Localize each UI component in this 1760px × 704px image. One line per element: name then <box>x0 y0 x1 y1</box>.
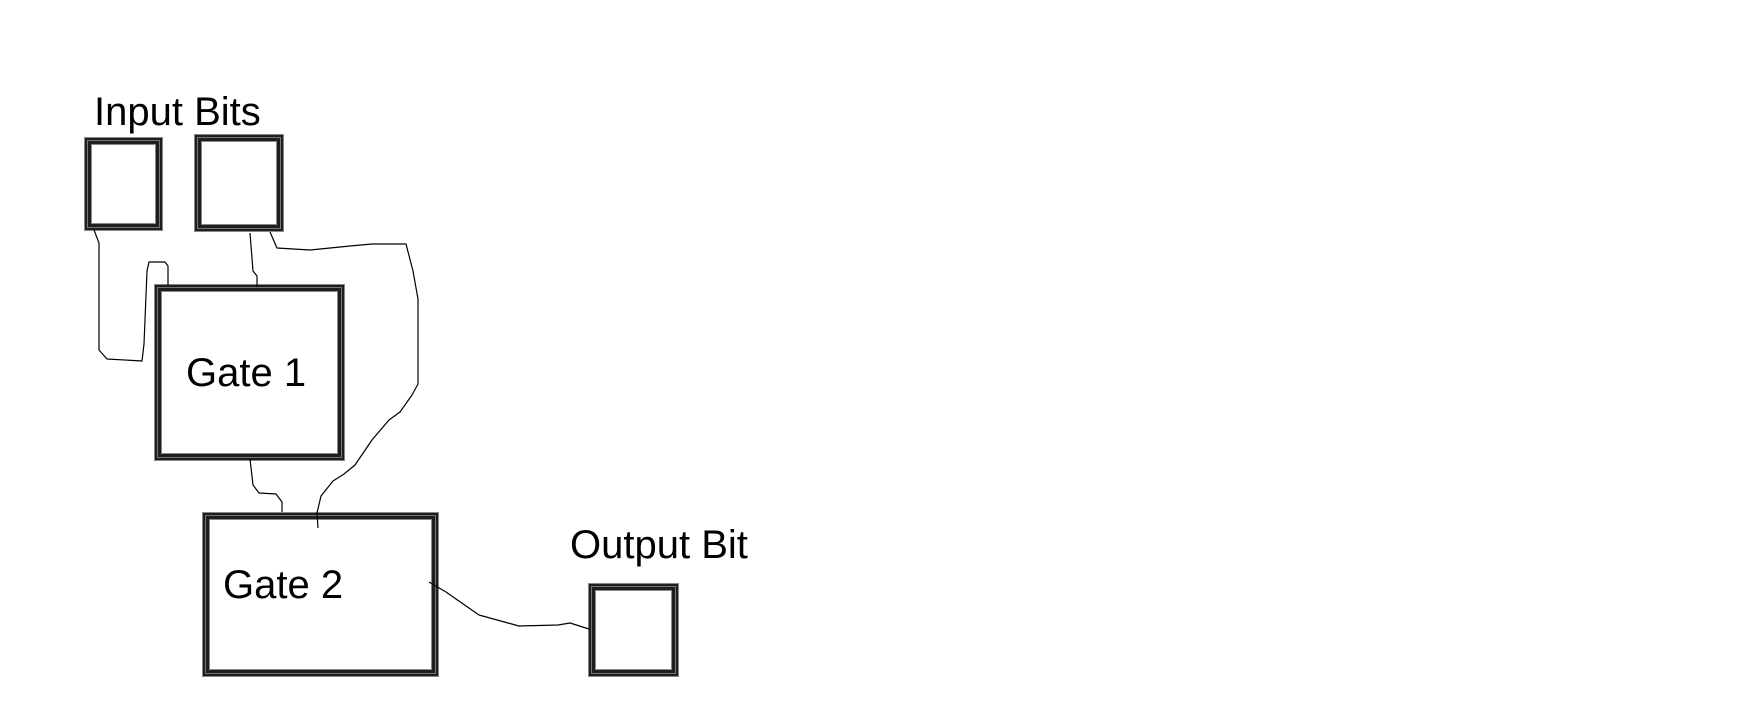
wire-gate1-to-gate2 <box>249 458 283 512</box>
wire-input1-to-gate1 <box>93 229 169 362</box>
wires <box>93 229 590 630</box>
wire-input2-to-gate1 <box>249 232 258 287</box>
wire-gate2-to-output <box>428 581 590 630</box>
wire-input2-to-gate2 <box>269 231 419 529</box>
